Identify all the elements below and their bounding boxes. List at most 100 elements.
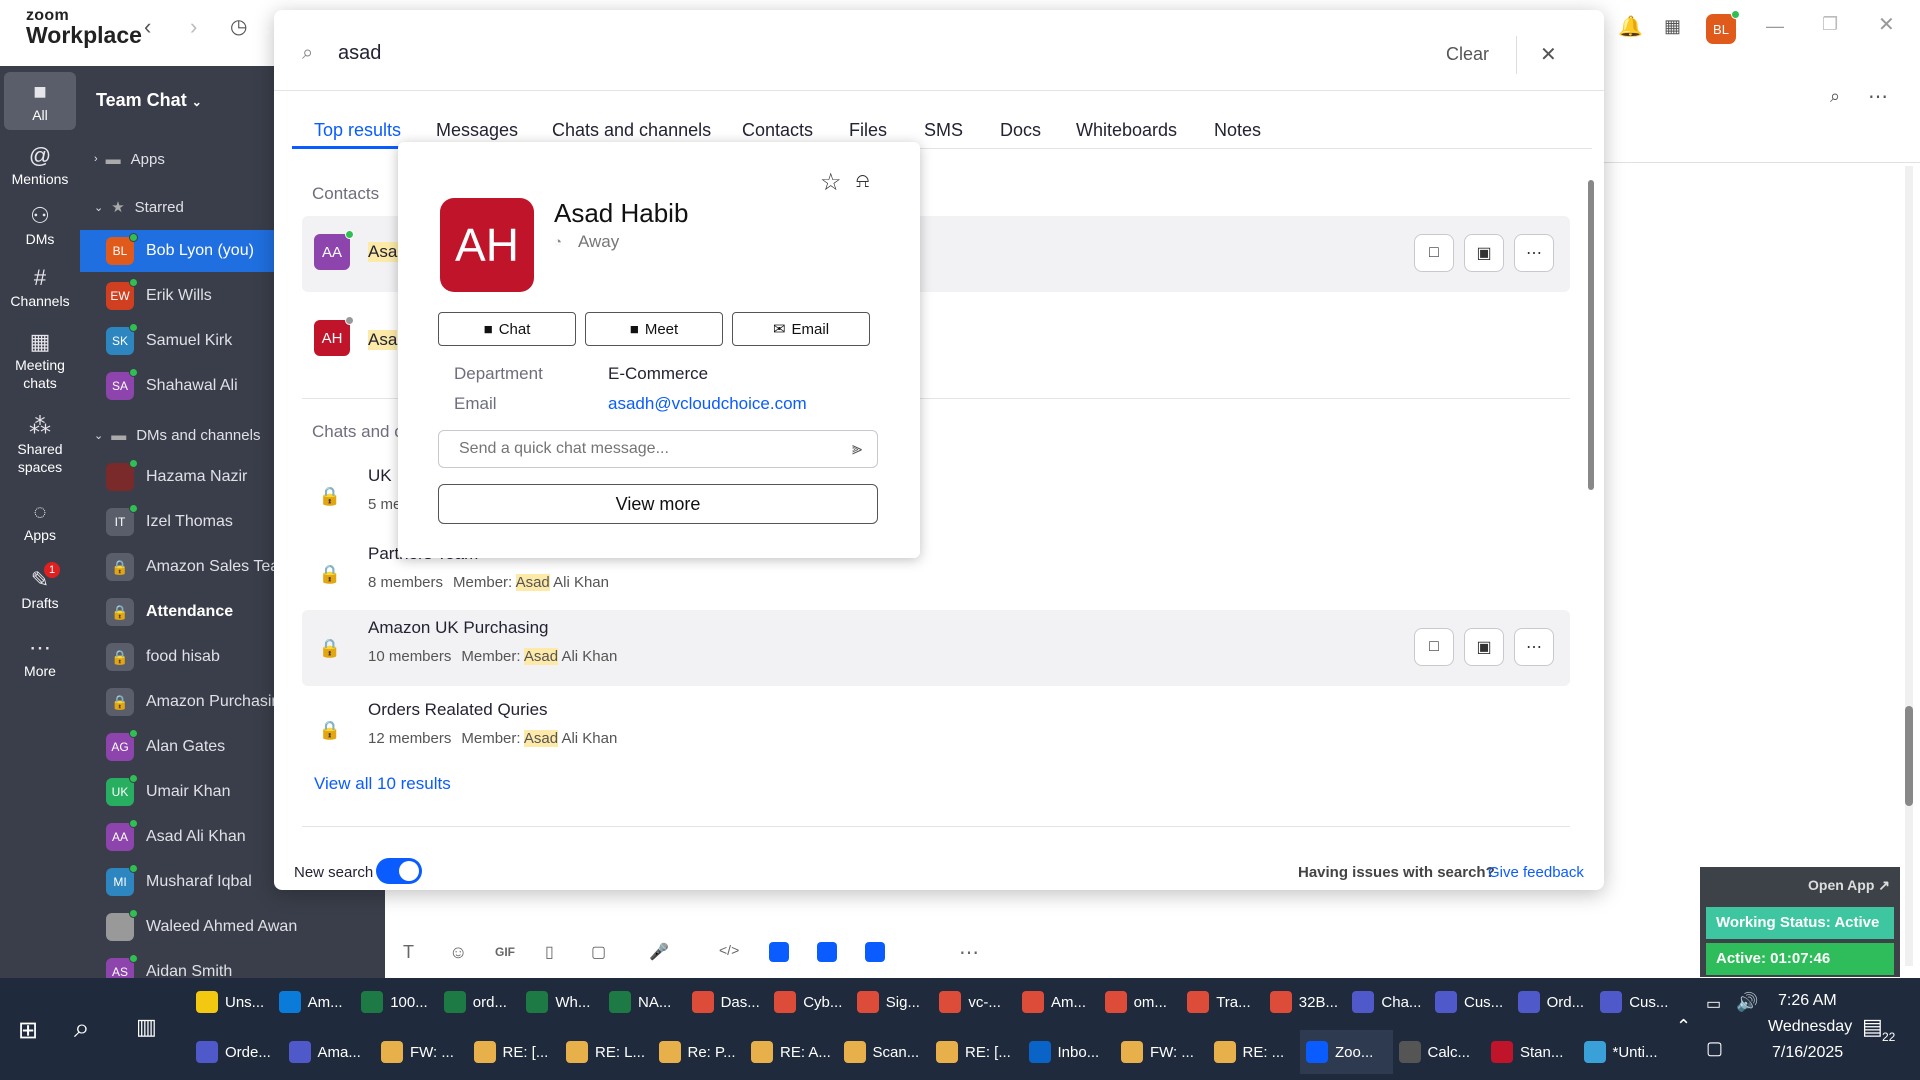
gif-icon[interactable]: GIF	[495, 945, 515, 959]
taskbar-app[interactable]: RE: A...	[745, 1030, 838, 1074]
file-icon[interactable]: ▯	[545, 942, 554, 962]
search-icon[interactable]: ⌕	[74, 1012, 90, 1045]
taskbar-app[interactable]: vc-...	[933, 980, 1016, 1024]
rail-all[interactable]: ■ All	[4, 72, 76, 130]
star-icon[interactable]: ☆	[820, 168, 842, 197]
give-feedback-link[interactable]: Give feedback	[1488, 864, 1584, 881]
taskbar-app[interactable]: FW: ...	[1115, 1030, 1208, 1074]
channel-row[interactable]: 🔒 Amazon UK Purchasing 10 members Member: A…	[302, 610, 1570, 686]
tab-messages[interactable]: Messages	[436, 120, 518, 141]
clear-button[interactable]: Clear	[1446, 44, 1489, 65]
chat-button[interactable]: □	[1414, 628, 1454, 666]
taskbar-app[interactable]: Cyb...	[768, 980, 851, 1024]
taskbar-app[interactable]: Am...	[273, 980, 356, 1024]
taskbar-app[interactable]: RE: [...	[468, 1030, 561, 1074]
video-button[interactable]: ▣	[1464, 628, 1504, 666]
taskbar-app[interactable]: om...	[1099, 980, 1182, 1024]
taskbar-app[interactable]: 32B...	[1264, 980, 1347, 1024]
more-icon[interactable]: ⋯	[959, 940, 979, 965]
taskbar-app[interactable]: Re: P...	[653, 1030, 746, 1074]
email-link[interactable]: asadh@vcloudchoice.com	[608, 394, 807, 414]
rail-more[interactable]: ⋯ More	[0, 628, 80, 686]
tab-contacts[interactable]: Contacts	[742, 120, 813, 141]
email-button[interactable]: ✉ Email	[732, 312, 870, 346]
chevron-up-icon[interactable]: ⌃	[1676, 1016, 1691, 1037]
rail-drafts[interactable]: ✎ Drafts 1	[0, 560, 80, 618]
taskbar-app[interactable]: Calc...	[1393, 1030, 1486, 1074]
clock-time[interactable]: 7:26 AM	[1778, 992, 1837, 1010]
more-button[interactable]: ⋯	[1514, 628, 1554, 666]
taskbar-app[interactable]: Ama...	[283, 1030, 376, 1074]
sidebar-item[interactable]: Waleed Ahmed Awan	[80, 906, 385, 948]
app-icon-2[interactable]	[817, 942, 837, 962]
forward-arrow-icon[interactable]: ›	[190, 14, 197, 40]
rail-channels[interactable]: # Channels	[0, 258, 80, 316]
search-input[interactable]	[338, 36, 1338, 70]
taskbar-app[interactable]: Inbo...	[1023, 1030, 1116, 1074]
tab-sms[interactable]: SMS	[924, 120, 963, 141]
team-chat-header[interactable]: Team Chat ⌄	[96, 90, 202, 111]
tab-notes[interactable]: Notes	[1214, 120, 1261, 141]
screenshot-icon[interactable]: ▢	[591, 942, 606, 962]
taskbar-app[interactable]: Uns...	[190, 980, 273, 1024]
taskbar-app[interactable]: Wh...	[520, 980, 603, 1024]
taskbar-app[interactable]: Cus...	[1429, 980, 1512, 1024]
minimize-icon[interactable]: —	[1766, 16, 1784, 37]
video-button[interactable]: ▣	[1464, 234, 1504, 272]
task-view-icon[interactable]: ▥	[136, 1014, 157, 1040]
taskbar-app[interactable]: Tra...	[1181, 980, 1264, 1024]
chat-button[interactable]: □	[1414, 234, 1454, 272]
back-arrow-icon[interactable]: ‹	[144, 14, 151, 40]
taskbar-app[interactable]: Sig...	[851, 980, 934, 1024]
close-icon[interactable]: ✕	[1540, 42, 1557, 67]
taskbar-app[interactable]: *Unti...	[1578, 1030, 1671, 1074]
bell-icon[interactable]: 🔔	[1618, 14, 1643, 39]
view-all-results-link[interactable]: View all 10 results	[314, 774, 451, 794]
tab-whiteboards[interactable]: Whiteboards	[1076, 120, 1177, 141]
taskbar-app[interactable]: Am...	[1016, 980, 1099, 1024]
open-app-link[interactable]: Open App ↗	[1808, 877, 1890, 894]
tab-files[interactable]: Files	[849, 120, 887, 141]
channel-row[interactable]: 🔒 Orders Realated Quries 12 members Member:…	[302, 692, 1570, 768]
search-icon[interactable]: ⌕	[1830, 86, 1840, 107]
taskbar-app[interactable]: NA...	[603, 980, 686, 1024]
scrollbar-thumb[interactable]	[1905, 706, 1913, 806]
format-text-icon[interactable]: T	[403, 942, 414, 963]
modal-scrollbar-thumb[interactable]	[1588, 180, 1594, 490]
new-search-toggle[interactable]	[376, 858, 422, 884]
quick-message-input[interactable]	[438, 430, 878, 468]
taskbar-app[interactable]: Orde...	[190, 1030, 283, 1074]
more-icon[interactable]: ⋯	[1868, 84, 1888, 109]
send-icon[interactable]: ⫸	[852, 438, 862, 459]
taskbar-app[interactable]: Das...	[686, 980, 769, 1024]
scrollbar-track[interactable]	[1905, 166, 1913, 966]
notifications-icon[interactable]: ▤	[1862, 1014, 1883, 1040]
view-more-button[interactable]: View more	[438, 484, 878, 524]
taskbar-app[interactable]: RE: L...	[560, 1030, 653, 1074]
calendar-icon[interactable]: ▦	[1664, 16, 1681, 37]
bell-icon[interactable]: ⍾	[856, 170, 869, 193]
mic-icon[interactable]: 🎤	[649, 942, 669, 962]
taskbar-app[interactable]: ord...	[438, 980, 521, 1024]
meet-button[interactable]: ■ Meet	[585, 312, 723, 346]
windows-start-icon[interactable]: ⊞	[18, 1016, 38, 1045]
chat-button[interactable]: ■ Chat	[438, 312, 576, 346]
rail-meeting-chats[interactable]: ▦ Meeting chats	[0, 322, 80, 398]
tab-top-results[interactable]: Top results	[314, 120, 401, 141]
taskbar-app[interactable]: Ord...	[1512, 980, 1595, 1024]
rail-apps[interactable]: ◌ Apps	[0, 492, 80, 550]
taskbar-app[interactable]: Stan...	[1485, 1030, 1578, 1074]
tab-chats-and-channels[interactable]: Chats and channels	[552, 120, 711, 141]
taskbar-app[interactable]: Zoo...	[1300, 1030, 1393, 1074]
tab-docs[interactable]: Docs	[1000, 120, 1041, 141]
taskbar-app[interactable]: FW: ...	[375, 1030, 468, 1074]
maximize-icon[interactable]: ❐	[1822, 14, 1838, 35]
code-icon[interactable]: </>	[719, 942, 739, 958]
rail-dms[interactable]: ⚇ DMs	[0, 196, 80, 254]
app-icon-1[interactable]	[769, 942, 789, 962]
network-icon[interactable]: ▢	[1706, 1038, 1723, 1059]
taskbar-app[interactable]: RE: [...	[930, 1030, 1023, 1074]
close-window-icon[interactable]: ✕	[1878, 12, 1895, 37]
history-icon[interactable]: ◷	[230, 14, 247, 39]
battery-icon[interactable]: ▭	[1706, 994, 1721, 1014]
